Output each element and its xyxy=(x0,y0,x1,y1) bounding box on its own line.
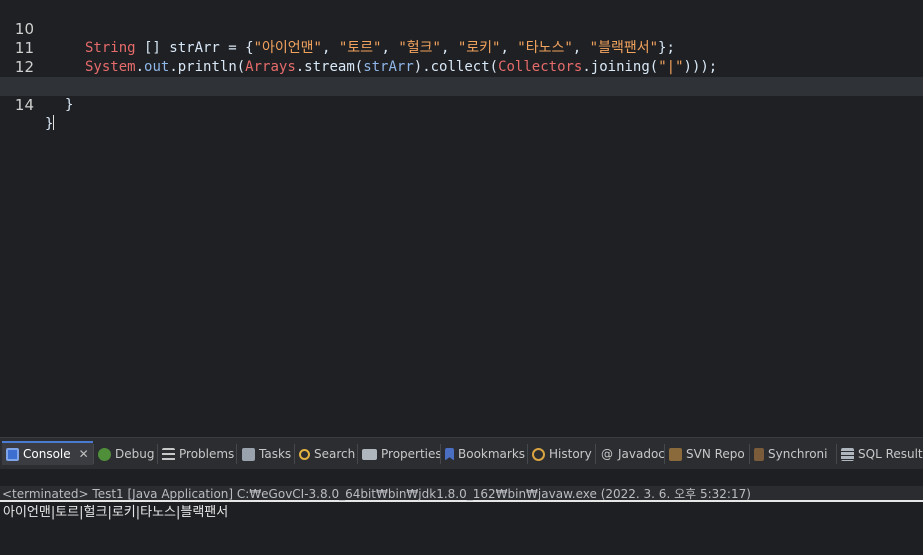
synchronize-icon xyxy=(754,447,764,461)
code-line-12[interactable]: 12 xyxy=(0,39,923,76)
tab-label: Javadoc xyxy=(618,447,665,461)
svn-icon xyxy=(669,447,682,461)
tab-javadoc[interactable]: @ Javadoc xyxy=(596,442,669,466)
tasks-icon xyxy=(242,447,255,461)
tab-problems[interactable]: Problems xyxy=(158,442,238,466)
closing-brace: } xyxy=(45,116,54,132)
tab-label: Console xyxy=(23,447,71,461)
tab-bookmarks[interactable]: Bookmarks xyxy=(441,442,529,466)
tab-debug[interactable]: Debug xyxy=(94,442,158,466)
tab-label: Search xyxy=(314,447,356,461)
close-icon[interactable]: ✕ xyxy=(79,442,89,466)
sql-result-icon xyxy=(841,447,854,461)
tab-tasks[interactable]: Tasks xyxy=(238,442,295,466)
views-tab-bar: Console ✕ Debug Problems Tasks Search Pr… xyxy=(0,437,923,469)
tab-synchronize[interactable]: Synchroni xyxy=(750,442,831,466)
bookmark-icon xyxy=(445,447,454,461)
tab-svn-repo[interactable]: SVN Repo xyxy=(665,442,749,466)
code-line-10[interactable]: 10 String [] strArr = {"아이언맨", "토르", "헐크… xyxy=(0,1,923,56)
tab-label: SVN Repo xyxy=(686,447,745,461)
tab-sql-result[interactable]: SQL Result xyxy=(837,442,923,466)
line-number: 14 xyxy=(14,96,34,114)
tab-label: Debug xyxy=(115,447,155,461)
tab-label: SQL Result xyxy=(858,447,923,461)
code-line-14[interactable]: 14 } xyxy=(0,77,923,132)
history-icon xyxy=(532,447,545,461)
closing-brace: } xyxy=(65,97,74,113)
tab-label: Synchroni xyxy=(768,447,828,461)
tab-properties[interactable]: Properties xyxy=(358,442,446,466)
console-toolbar xyxy=(0,469,923,486)
tab-history[interactable]: History xyxy=(528,442,596,466)
code-line-11[interactable]: 11 System.out.println(Arrays.stream(strA… xyxy=(0,20,923,75)
properties-icon xyxy=(362,448,377,460)
console-status-line: <terminated> Test1 [Java Application] C:… xyxy=(0,486,923,502)
tab-label: Bookmarks xyxy=(458,447,526,461)
search-icon xyxy=(299,448,310,460)
tab-label: History xyxy=(549,447,592,461)
javadoc-icon: @ xyxy=(601,446,613,461)
tab-label: Properties xyxy=(381,447,442,461)
tab-search[interactable]: Search xyxy=(295,442,359,466)
problems-icon xyxy=(162,447,175,461)
tab-label: Problems xyxy=(179,447,235,461)
tab-divider xyxy=(236,444,237,464)
code-editor[interactable]: 10 String [] strArr = {"아이언맨", "토르", "헐크… xyxy=(0,0,923,437)
tab-label: Tasks xyxy=(259,447,292,461)
text-caret xyxy=(53,115,55,130)
code-text: } xyxy=(45,115,55,134)
code-line-13[interactable]: 13 } xyxy=(0,58,923,113)
console-icon xyxy=(6,447,19,461)
bug-icon xyxy=(98,447,111,461)
tab-console[interactable]: Console ✕ xyxy=(2,441,93,465)
console-output[interactable]: 아이언맨|토르|헐크|로키|타노스|블랙팬서 xyxy=(0,504,923,555)
